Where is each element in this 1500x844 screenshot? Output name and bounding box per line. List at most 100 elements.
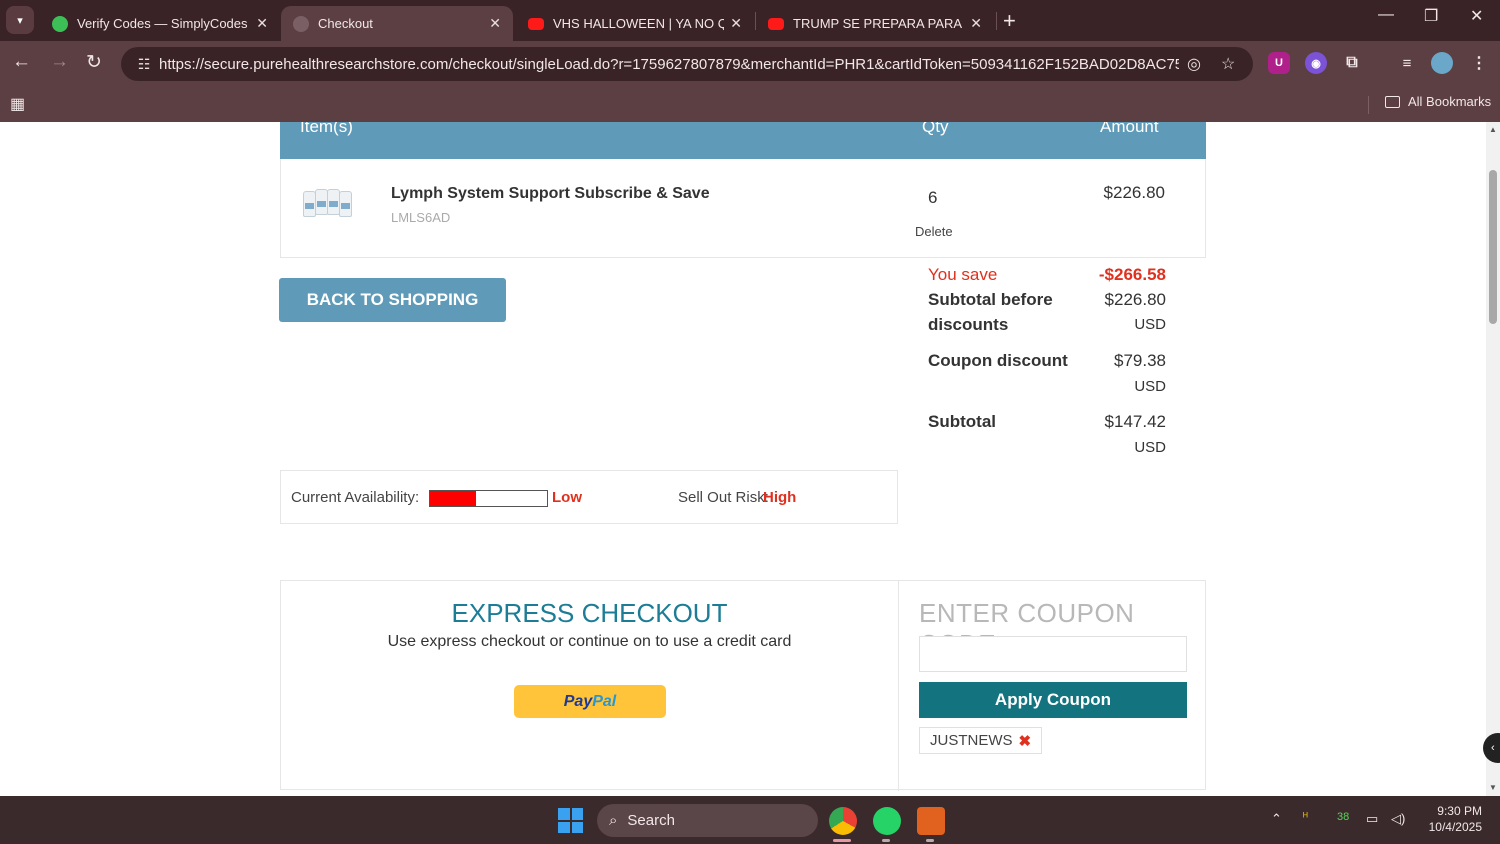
express-checkout-subtitle: Use express checkout or continue on to u… [387, 633, 792, 650]
chrome-active-indicator [833, 839, 851, 842]
app-indicator [926, 839, 934, 842]
address-bar[interactable]: ☷ https://secure.purehealthresearchstore… [121, 47, 1253, 81]
bookmark-star-icon[interactable]: ☆ [1221, 54, 1235, 74]
checkout-page: Item(s) Qty Amount Lymph System Support … [0, 122, 1486, 796]
subtotal-before-label: Subtotal before discounts [928, 290, 1053, 334]
cart-item-row: Lymph System Support Subscribe & Save LM… [280, 159, 1206, 258]
taskbar-clock[interactable]: 9:30 PM 10/4/2025 [1422, 803, 1482, 835]
apply-coupon-button[interactable]: Apply Coupon [919, 682, 1187, 718]
close-tab-icon[interactable]: ✕ [730, 15, 742, 32]
tab-youtube-vhs[interactable]: VHS HALLOWEEN | YA NO QUIE ✕ [516, 6, 754, 41]
extensions-puzzle-icon[interactable]: ⧉ [1341, 52, 1363, 74]
product-name[interactable]: Lymph System Support Subscribe & Save [391, 185, 710, 203]
applied-coupon-code: JUSTNEWS [930, 732, 1013, 749]
browser-toolbar: ← → ↻ ☷ https://secure.purehealthresearc… [0, 41, 1500, 87]
windows-taskbar: ⌕ Search ⌃ ᴴ 38 ▭ ◁) 9:30 PM 10/4/2025 [0, 796, 1500, 844]
currency-label: USD [1134, 316, 1166, 333]
tab-youtube-trump[interactable]: TRUMP SE PREPARA PARA EL G ✕ [756, 6, 994, 41]
checkout-panel: EXPRESS CHECKOUT Use express checkout or… [280, 580, 1206, 791]
scroll-thumb[interactable] [1489, 170, 1497, 324]
volume-icon[interactable]: ◁) [1391, 811, 1405, 827]
header-qty: Qty [922, 122, 949, 136]
site-info-icon[interactable]: ☷ [129, 56, 159, 73]
whatsapp-indicator [882, 839, 890, 842]
paypal-logo-pal: Pal [592, 692, 617, 710]
header-amount: Amount [1100, 122, 1159, 136]
item-quantity: 6 [928, 188, 938, 207]
availability-level: Low [552, 489, 582, 506]
close-tab-icon[interactable]: ✕ [489, 15, 501, 32]
coupon-discount-value: $79.38 [1114, 351, 1166, 370]
currency-label: USD [1134, 439, 1166, 456]
page-scrollbar[interactable]: ▲ ▼ [1486, 122, 1500, 796]
globe-icon [293, 15, 309, 32]
sellout-risk-value: High [763, 489, 797, 506]
forward-arrow-icon[interactable]: → [50, 51, 69, 73]
reload-icon[interactable]: ↻ [86, 51, 102, 74]
window-close-icon[interactable]: ✕ [1470, 6, 1483, 26]
extension-icon[interactable]: ◉ [1305, 52, 1327, 74]
delete-item-link[interactable]: Delete [915, 224, 953, 239]
sellout-risk-label: Sell Out Risk: [678, 489, 769, 506]
coupon-discount-label: Coupon discount [928, 351, 1068, 370]
eye-slash-icon[interactable]: ◎ [1187, 54, 1201, 74]
product-sku: LMLS6AD [391, 210, 451, 225]
bookmarks-bar: ▦ All Bookmarks [0, 87, 1500, 122]
media-control-icon[interactable]: ≡ [1396, 52, 1418, 74]
tray-app-icon[interactable]: ᴴ [1303, 811, 1308, 823]
apps-grid-icon[interactable]: ▦ [10, 94, 25, 114]
tray-chevron-up-icon[interactable]: ⌃ [1271, 811, 1282, 827]
windows-start-icon[interactable] [558, 808, 583, 833]
search-icon: ⌕ [609, 812, 618, 829]
kebab-menu-icon[interactable]: ⋮ [1468, 52, 1490, 74]
back-to-shopping-button[interactable]: BACK TO SHOPPING [279, 278, 506, 322]
panel-divider [898, 581, 899, 791]
browser-tab-bar: ▾ Verify Codes — SimplyCodes ✕ Checkout … [0, 0, 1500, 41]
back-arrow-icon[interactable]: ← [12, 51, 31, 73]
scroll-down-arrow-icon[interactable]: ▼ [1489, 783, 1497, 792]
profile-avatar[interactable] [1431, 52, 1453, 74]
restore-icon[interactable]: ❐ [1424, 6, 1438, 26]
you-save-label: You save [928, 265, 998, 284]
youtube-icon [528, 17, 544, 30]
paypal-logo-pay: Pay [563, 692, 593, 710]
tab-simplycodes[interactable]: Verify Codes — SimplyCodes ✕ [40, 6, 280, 41]
taskbar-search[interactable]: ⌕ Search [597, 804, 818, 837]
availability-label: Current Availability: [291, 489, 420, 506]
coupon-code-input[interactable] [919, 636, 1187, 672]
new-tab-plus-icon[interactable]: + [1003, 8, 1016, 34]
currency-label: USD [1134, 378, 1166, 395]
clock-time: 9:30 PM [1437, 804, 1482, 818]
availability-fill [430, 491, 476, 506]
remove-coupon-icon[interactable]: ✖ [1019, 732, 1032, 750]
tab-search-chevron-icon[interactable]: ▾ [6, 6, 34, 34]
tab-title: Checkout [318, 16, 373, 31]
minimize-icon[interactable]: — [1378, 6, 1394, 24]
close-tab-icon[interactable]: ✕ [970, 15, 982, 32]
tab-title: TRUMP SE PREPARA PARA EL G [793, 16, 964, 31]
bookmarks-divider [1368, 96, 1369, 114]
scroll-up-arrow-icon[interactable]: ▲ [1489, 125, 1497, 134]
whatsapp-taskbar-icon[interactable] [873, 807, 901, 835]
app-taskbar-icon[interactable] [917, 807, 945, 835]
cart-table-header: Item(s) Qty Amount [280, 122, 1206, 159]
taskbar-search-label: Search [627, 812, 675, 829]
ublock-extension-icon[interactable]: U [1268, 52, 1290, 74]
chrome-taskbar-icon[interactable] [829, 807, 857, 835]
you-save-value: -$266.58 [1098, 265, 1166, 284]
tab-divider [996, 12, 997, 30]
product-image [303, 187, 353, 221]
all-bookmarks-label: All Bookmarks [1408, 94, 1492, 109]
network-icon[interactable]: ▭ [1366, 811, 1378, 827]
folder-icon [1385, 95, 1400, 108]
subtotal-before-value: $226.80 [1104, 290, 1166, 309]
tray-temperature[interactable]: 38 [1337, 811, 1349, 823]
tab-title: Verify Codes — SimplyCodes [77, 16, 248, 31]
close-tab-icon[interactable]: ✕ [256, 15, 268, 32]
tab-checkout[interactable]: Checkout ✕ [281, 6, 513, 41]
paypal-button[interactable]: Pay Pal [514, 685, 666, 718]
all-bookmarks-button[interactable]: All Bookmarks [1385, 94, 1491, 109]
url-text[interactable]: https://secure.purehealthresearchstore.c… [159, 56, 1179, 73]
applied-coupon-tag: JUSTNEWS ✖ [919, 727, 1043, 754]
tab-title: VHS HALLOWEEN | YA NO QUIE [553, 16, 725, 31]
